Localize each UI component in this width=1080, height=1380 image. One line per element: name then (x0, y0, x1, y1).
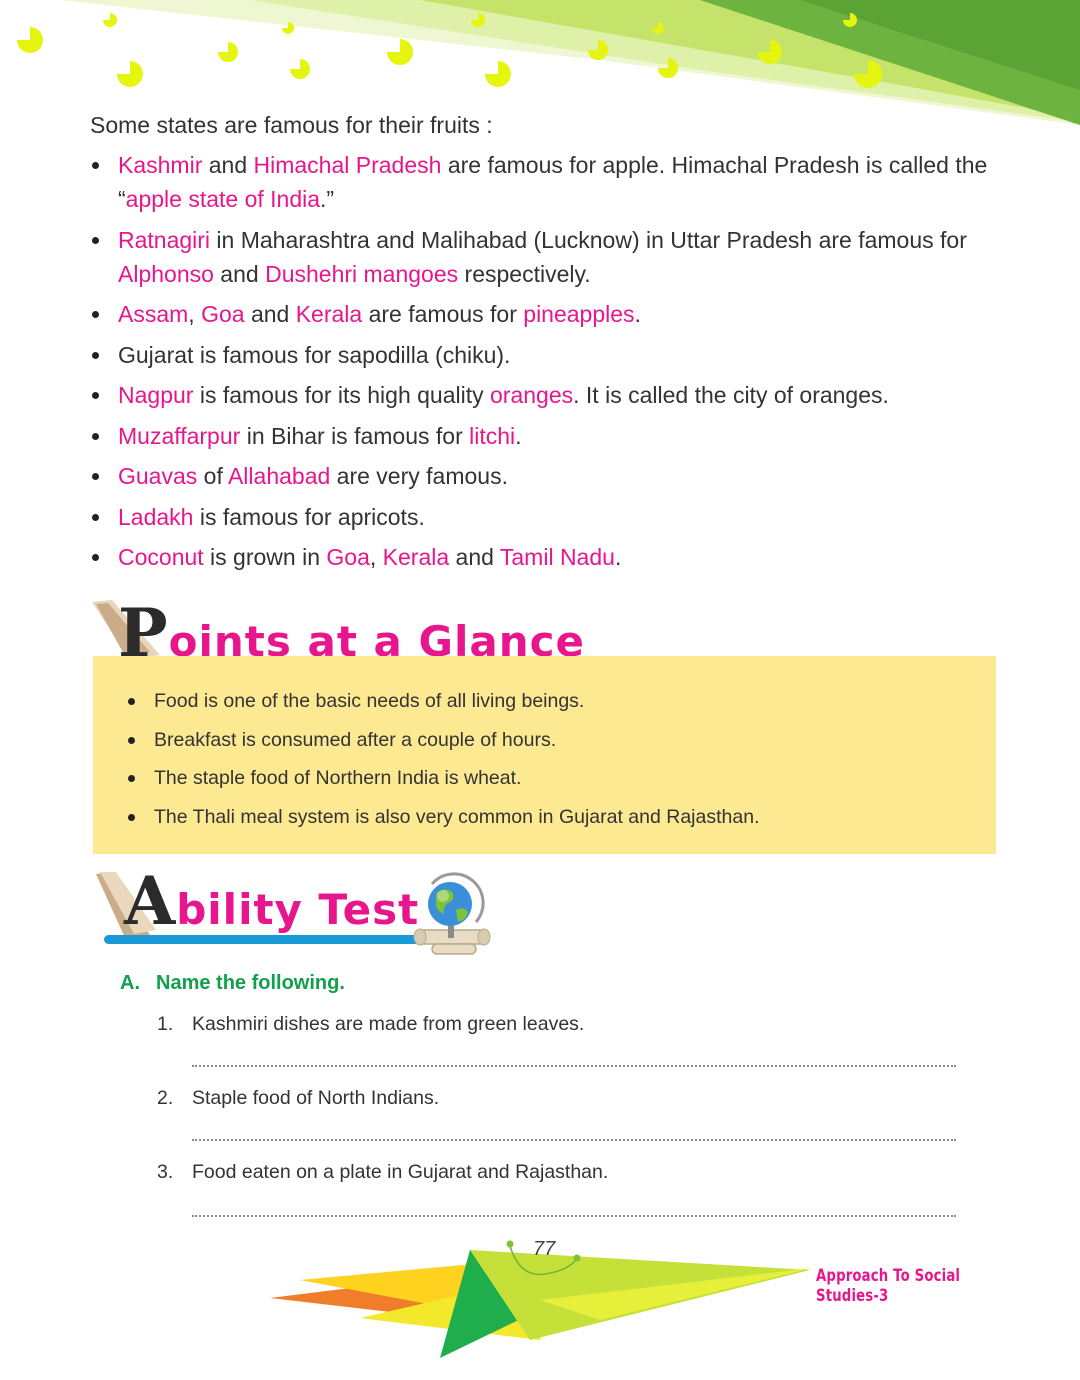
book-title: Approach To Social Studies-3 (816, 1266, 961, 1306)
footer-decoration (270, 1240, 812, 1358)
page-number: 77 (533, 1238, 556, 1260)
